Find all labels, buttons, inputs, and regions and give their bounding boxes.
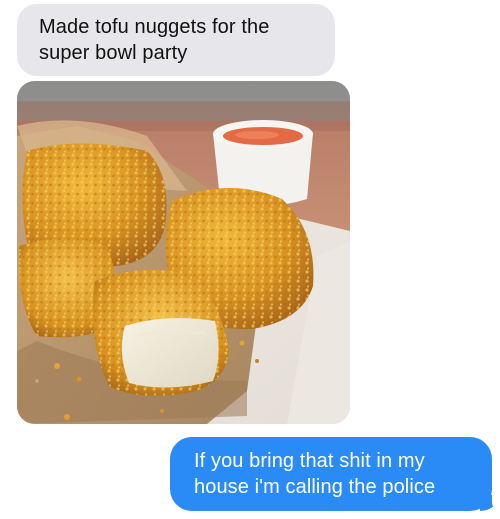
message-thread: Made tofu nuggets for the super bowl par… (0, 0, 500, 519)
incoming-message-text: Made tofu nuggets for the super bowl par… (39, 16, 270, 64)
bubble-tail-mask (492, 490, 500, 514)
tofu-nuggets-photo (17, 81, 350, 424)
outgoing-message-bubble[interactable]: If you bring that shit in my house i'm c… (170, 437, 492, 511)
outgoing-message-text: If you bring that shit in my house i'm c… (194, 450, 436, 498)
incoming-photo-attachment[interactable] (17, 81, 350, 424)
incoming-message-bubble[interactable]: Made tofu nuggets for the super bowl par… (17, 4, 335, 76)
